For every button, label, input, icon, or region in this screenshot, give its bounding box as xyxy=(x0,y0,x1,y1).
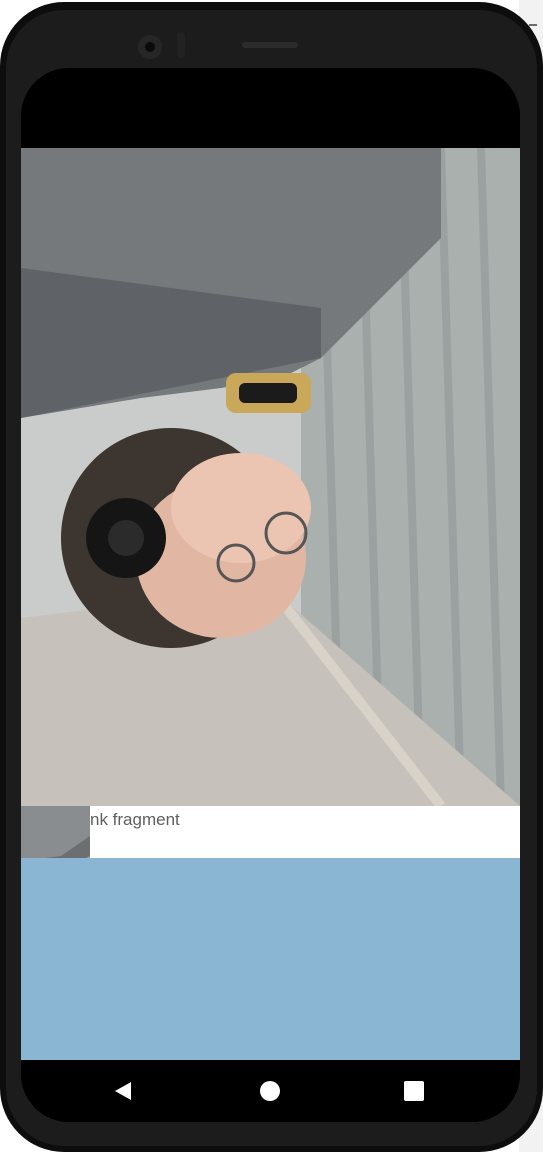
triangle-left-icon xyxy=(115,1082,131,1100)
back-button[interactable] xyxy=(111,1078,137,1104)
proximity-sensor xyxy=(177,32,185,58)
camera-preview xyxy=(21,148,520,806)
fragment-label: nk fragment xyxy=(90,810,180,829)
blank-fragment-area xyxy=(21,858,520,1060)
recents-button[interactable] xyxy=(401,1078,427,1104)
navigation-bar xyxy=(21,1060,520,1122)
phone-frame: nk fragment xyxy=(0,2,543,1152)
home-button[interactable] xyxy=(257,1078,283,1104)
front-camera-icon xyxy=(138,35,162,59)
camera-preview-image xyxy=(21,148,520,806)
label-bar: nk fragment xyxy=(21,806,520,858)
ide-gutter-mark xyxy=(529,24,537,26)
earpiece-speaker xyxy=(242,42,298,48)
device-screen: nk fragment xyxy=(21,68,520,1122)
square-icon xyxy=(404,1081,424,1101)
circle-icon xyxy=(260,1081,280,1101)
